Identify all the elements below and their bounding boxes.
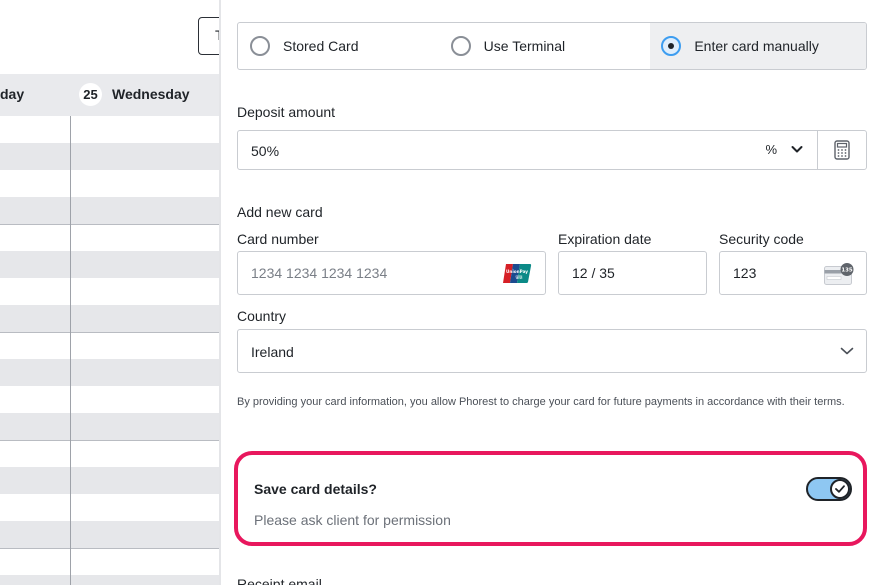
- time-slot[interactable]: [0, 170, 221, 197]
- unionpay-icon: UnionPay 银联: [503, 264, 532, 283]
- time-slot[interactable]: [0, 413, 221, 440]
- prev-day-label: day: [0, 86, 25, 102]
- time-slot[interactable]: [0, 224, 221, 251]
- expiration-date-value: 12 / 35: [572, 265, 615, 281]
- receipt-email-label: Receipt email: [237, 576, 322, 585]
- svg-text:UnionPay: UnionPay: [506, 269, 528, 274]
- deposit-amount-input[interactable]: 50% %: [238, 131, 818, 169]
- country-select[interactable]: Ireland: [237, 329, 867, 373]
- time-slot[interactable]: [0, 251, 221, 278]
- method-label-stored-card: Stored Card: [283, 38, 359, 54]
- security-code-value: 123: [733, 265, 757, 281]
- time-slot[interactable]: [0, 494, 221, 521]
- cvc-hint-text: 135: [841, 268, 853, 274]
- card-consent-disclaimer: By providing your card information, you …: [237, 396, 845, 408]
- method-label-use-terminal: Use Terminal: [483, 38, 566, 54]
- save-card-section: Save card details? Please ask client for…: [234, 451, 867, 546]
- day-name-label: Wednesday: [112, 86, 190, 102]
- card-number-placeholder: 1234 1234 1234 1234: [251, 265, 388, 281]
- deposit-amount-field: 50% %: [237, 130, 867, 170]
- time-slot[interactable]: [0, 197, 221, 224]
- country-value: Ireland: [251, 344, 294, 360]
- time-slot[interactable]: [0, 521, 221, 548]
- deposit-amount-value: 50%: [251, 143, 280, 159]
- checkmark-icon: [835, 485, 845, 493]
- save-card-subtitle: Please ask client for permission: [254, 512, 451, 528]
- time-slot[interactable]: [0, 332, 221, 359]
- method-use-terminal[interactable]: Use Terminal: [445, 23, 651, 69]
- save-card-toggle[interactable]: [806, 477, 852, 501]
- toggle-knob: [830, 479, 850, 499]
- security-code-label: Security code: [719, 231, 804, 247]
- card-number-label: Card number: [237, 231, 319, 247]
- time-slot[interactable]: [0, 386, 221, 413]
- calendar-toolbar: [0, 0, 221, 74]
- day-column-divider: [70, 116, 71, 585]
- deposit-unit-select[interactable]: %: [765, 142, 777, 157]
- add-new-card-heading: Add new card: [237, 204, 323, 220]
- radio-stored-card[interactable]: [250, 36, 270, 56]
- payment-panel: Stored Card Use Terminal Enter card manu…: [221, 0, 879, 585]
- method-stored-card[interactable]: Stored Card: [238, 23, 445, 69]
- today-button[interactable]: T: [198, 17, 221, 55]
- time-slot[interactable]: [0, 575, 221, 585]
- calendar-time-grid[interactable]: [0, 116, 221, 585]
- radio-enter-manually[interactable]: [661, 36, 682, 56]
- method-enter-manually[interactable]: Enter card manually: [650, 23, 866, 69]
- chevron-down-icon[interactable]: [791, 144, 803, 154]
- time-slot[interactable]: [0, 467, 221, 494]
- calculator-icon: [834, 140, 850, 160]
- time-slot[interactable]: [0, 116, 221, 143]
- svg-text:银联: 银联: [515, 275, 523, 280]
- expiration-date-input[interactable]: 12 / 35: [558, 251, 707, 295]
- time-slot[interactable]: [0, 440, 221, 467]
- save-card-title: Save card details?: [254, 481, 377, 497]
- expiration-date-label: Expiration date: [558, 231, 652, 247]
- time-slot[interactable]: [0, 305, 221, 332]
- security-code-input[interactable]: 123 135: [719, 251, 867, 295]
- time-slot[interactable]: [0, 143, 221, 170]
- time-slot[interactable]: [0, 359, 221, 386]
- calendar-view: T day 25 Wednesday: [0, 0, 221, 585]
- calculator-button[interactable]: [818, 131, 866, 169]
- day-number-badge: 25: [79, 83, 102, 106]
- radio-use-terminal[interactable]: [450, 36, 471, 56]
- time-slot[interactable]: [0, 278, 221, 305]
- deposit-amount-label: Deposit amount: [237, 104, 336, 120]
- chevron-down-icon: [840, 347, 854, 355]
- method-label-enter-manually: Enter card manually: [694, 38, 819, 54]
- card-cvc-icon: 135: [824, 263, 854, 285]
- payment-method-selector: Stored Card Use Terminal Enter card manu…: [237, 22, 867, 70]
- time-slot[interactable]: [0, 548, 221, 575]
- card-number-input[interactable]: 1234 1234 1234 1234 UnionPay 银联: [237, 251, 546, 295]
- country-label: Country: [237, 308, 287, 324]
